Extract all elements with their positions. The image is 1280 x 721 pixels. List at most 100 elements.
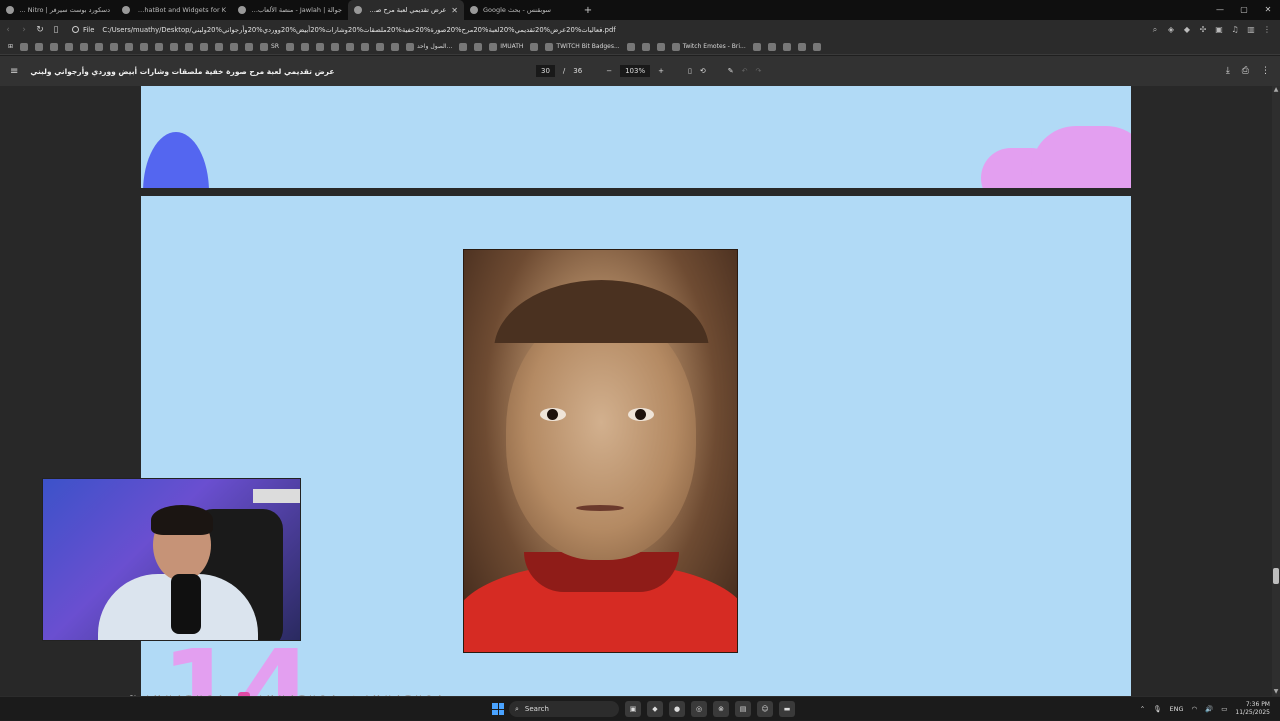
bookmark-twitch-emotes[interactable]: Twitch Emotes - Bri...	[670, 42, 748, 51]
scroll-up-icon[interactable]: ▲	[1272, 86, 1280, 94]
new-tab-button[interactable]: +	[580, 5, 596, 16]
extension-icon[interactable]: ◆	[1182, 25, 1192, 34]
bookmark-favicon-20[interactable]	[329, 42, 341, 51]
bookmark-sr[interactable]: SR	[258, 42, 281, 51]
zoom-out-button[interactable]: −	[606, 67, 612, 75]
mic-icon[interactable]: 🎙	[1153, 705, 1161, 713]
bookmark-favicon-6[interactable]	[93, 42, 105, 51]
bookmark-icon	[797, 42, 806, 51]
forward-icon[interactable]: ›	[16, 25, 32, 35]
task-view-icon[interactable]: ▣	[625, 701, 641, 717]
apps-icon[interactable]: ⊞	[6, 43, 15, 50]
puzzle-icon[interactable]: ✣	[1198, 25, 1208, 34]
language-indicator[interactable]: ENG	[1169, 705, 1183, 713]
bookmark-favicon-30[interactable]	[655, 42, 667, 51]
bookmark-favicon-22[interactable]	[359, 42, 371, 51]
bookmark-favicon-3[interactable]	[48, 42, 60, 51]
bookmark-favicon-11[interactable]	[168, 42, 180, 51]
steam-icon[interactable]: ◎	[691, 701, 707, 717]
tab-chatbot[interactable]: The best ChatBot and Widgets for K	[116, 0, 232, 20]
minimize-button[interactable]: —	[1208, 0, 1232, 20]
bookmark-favicon-34[interactable]	[796, 42, 808, 51]
bookmark-icon[interactable]: ▯	[48, 25, 64, 35]
more-options-icon[interactable]: ⋮	[1261, 66, 1270, 76]
bookmark-favicon-14[interactable]	[213, 42, 225, 51]
undo-icon[interactable]: ↶	[742, 67, 748, 75]
app-icon[interactable]: ▤	[735, 701, 751, 717]
bookmark-favicon-35[interactable]	[811, 42, 823, 51]
print-icon[interactable]: ⎙	[1242, 66, 1249, 76]
bookmark-twitch-bit[interactable]: TWITCH Bit Badges...	[543, 42, 621, 51]
download-icon[interactable]: ⤓	[1226, 66, 1230, 76]
bookmark-favicon-27[interactable]	[528, 42, 540, 51]
battery-icon[interactable]: ▭	[1221, 705, 1227, 713]
reload-icon[interactable]: ↻	[32, 25, 48, 35]
bookmark-favicon-31[interactable]	[751, 42, 763, 51]
bookmark-favicon-8[interactable]	[123, 42, 135, 51]
rotate-icon[interactable]: ⟲	[700, 67, 706, 75]
bookmark-favicon-1[interactable]	[18, 42, 30, 51]
screenshot-icon[interactable]: ▣	[1214, 25, 1224, 34]
menu-icon[interactable]: ⋮	[1262, 25, 1272, 34]
bookmark-imuath[interactable]: IMUATH	[487, 42, 525, 51]
bookmark-favicon-10[interactable]	[153, 42, 165, 51]
sidebar-icon[interactable]: ▥	[1246, 25, 1256, 34]
chrome-icon[interactable]: ●	[669, 701, 685, 717]
bookmark-favicon-2[interactable]	[33, 42, 45, 51]
discord-icon[interactable]: ☺	[757, 701, 773, 717]
bookmark-favicon-13[interactable]	[198, 42, 210, 51]
tab-discord[interactable]: دسكورد بوست سيرفر | Discord Nitro	[0, 0, 116, 20]
bookmark-alsul[interactable]: الصول واحد...	[404, 42, 454, 51]
tab-pdf[interactable]: عرض تقديمي لعبة مرح صورة خفية ✕	[348, 0, 464, 20]
scrollbar-thumb[interactable]	[1273, 568, 1279, 584]
bookmark-favicon-4[interactable]	[63, 42, 75, 51]
page-number-input[interactable]: 30	[536, 65, 555, 77]
scrollbar[interactable]: ▲ ▼	[1272, 86, 1280, 696]
redo-icon[interactable]: ↷	[755, 67, 761, 75]
bookmark-favicon-9[interactable]	[138, 42, 150, 51]
volume-icon[interactable]: 🔊	[1205, 705, 1213, 713]
zoom-level[interactable]: 103%	[620, 65, 651, 77]
taskbar-search[interactable]: ⌕ Search	[509, 701, 619, 717]
windows-start-icon[interactable]	[492, 703, 504, 715]
bookmark-favicon-24[interactable]	[389, 42, 401, 51]
bookmark-favicon-32[interactable]	[766, 42, 778, 51]
xbox-icon[interactable]: ⊗	[713, 701, 729, 717]
bookmark-favicon-25[interactable]	[457, 42, 469, 51]
url-field[interactable]: File C:/Users/muathy/Desktop/فعاليات%20ع…	[72, 26, 616, 34]
tray-chevron-icon[interactable]: ⌃	[1140, 705, 1145, 713]
file-explorer-icon[interactable]: ▬	[779, 701, 795, 717]
annotate-icon[interactable]: ✎	[728, 67, 734, 75]
bookmark-favicon-19[interactable]	[314, 42, 326, 51]
media-icon[interactable]: ♫	[1230, 25, 1240, 34]
bookmark-favicon-12[interactable]	[183, 42, 195, 51]
bookmark-favicon-23[interactable]	[374, 42, 386, 51]
bookmark-favicon-33[interactable]	[781, 42, 793, 51]
bookmark-favicon-18[interactable]	[299, 42, 311, 51]
bookmark-favicon-16[interactable]	[243, 42, 255, 51]
maximize-button[interactable]: ▢	[1232, 0, 1256, 20]
wifi-icon[interactable]: ◠	[1191, 705, 1197, 713]
back-icon[interactable]: ‹	[0, 25, 16, 35]
bookmark-favicon-17[interactable]	[284, 42, 296, 51]
bookmark-favicon-15[interactable]	[228, 42, 240, 51]
bookmark-favicon-26[interactable]	[472, 42, 484, 51]
brave-browser-icon[interactable]: ◆	[647, 701, 663, 717]
bookmark-favicon-5[interactable]	[78, 42, 90, 51]
fit-page-icon[interactable]: ▯	[688, 67, 692, 75]
zoom-in-button[interactable]: +	[658, 67, 664, 75]
shield-icon[interactable]: ◈	[1166, 25, 1176, 34]
tab-close-icon[interactable]: ✕	[451, 6, 458, 15]
tab-jawlah[interactable]: جوالة | Jawlah - منصة الألعاب التفاعلية	[232, 0, 348, 20]
tab-google[interactable]: سوبقنس - بحث Google	[464, 0, 580, 20]
menu-icon[interactable]: ≡	[10, 66, 18, 77]
zoom-icon[interactable]: ⌕	[1150, 25, 1160, 35]
bookmark-favicon-7[interactable]	[108, 42, 120, 51]
close-window-button[interactable]: ✕	[1256, 0, 1280, 20]
bookmark-favicon-21[interactable]	[344, 42, 356, 51]
bookmark-favicon-28[interactable]	[625, 42, 637, 51]
clock[interactable]: 7:36 PM 11/25/2025	[1235, 701, 1270, 717]
bookmark-label: SR	[271, 43, 280, 50]
scroll-down-icon[interactable]: ▼	[1272, 688, 1280, 696]
bookmark-favicon-29[interactable]	[640, 42, 652, 51]
